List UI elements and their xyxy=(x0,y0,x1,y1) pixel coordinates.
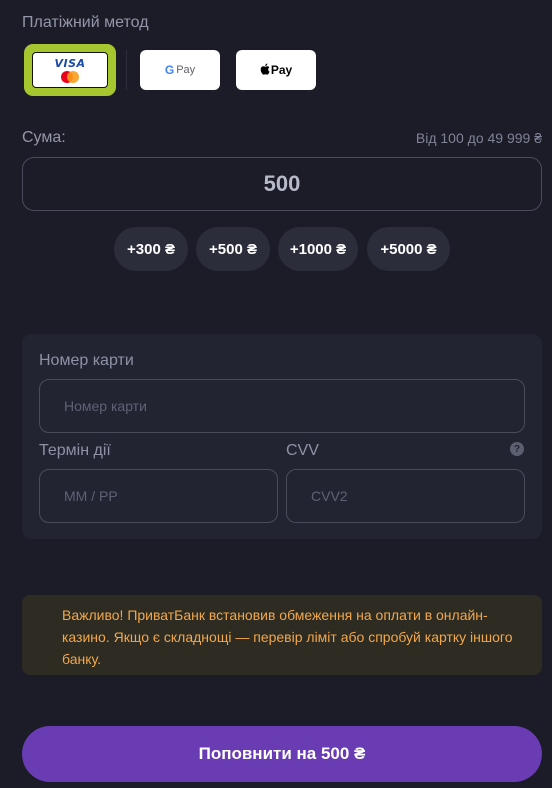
amount-input[interactable]: 500 xyxy=(22,157,542,211)
google-pay-text: Pay xyxy=(176,64,196,76)
preset-500-button[interactable]: +500 ₴ xyxy=(196,227,270,271)
amount-range: Від 100 до 49 999 ₴ xyxy=(415,130,542,146)
mastercard-logo-icon xyxy=(59,70,81,83)
method-apple-pay-button[interactable]: Pay xyxy=(236,50,316,90)
card-logos: VISA xyxy=(32,52,108,88)
card-number-label: Номер карти xyxy=(39,352,134,369)
preset-1000-button[interactable]: +1000 ₴ xyxy=(278,227,358,271)
amount-label: Сума: xyxy=(22,129,66,146)
method-google-pay-button[interactable]: G Pay xyxy=(140,50,220,90)
apple-pay-text: Pay xyxy=(270,63,293,77)
cvv-label: CVV xyxy=(286,442,319,459)
expiry-label: Термін дії xyxy=(39,442,111,459)
cvv-field[interactable]: CVV2 xyxy=(286,469,525,523)
card-number-field[interactable]: Номер карти xyxy=(39,379,525,433)
methods-divider xyxy=(126,50,127,90)
expiry-field[interactable]: MM / PP xyxy=(39,469,278,523)
preset-5000-button[interactable]: +5000 ₴ xyxy=(367,227,450,271)
google-g-icon: G xyxy=(164,63,175,77)
apple-icon xyxy=(260,63,270,78)
method-card-button[interactable]: VISA xyxy=(24,44,116,96)
card-form: Номер карти Номер карти Термін дії MM / … xyxy=(22,334,542,539)
cvv-help-icon[interactable]: ? xyxy=(510,442,524,456)
top-up-button[interactable]: Поповнити на 500 ₴ xyxy=(22,726,542,782)
privatbank-warning: Важливо! ПриватБанк встановив обмеження … xyxy=(22,595,542,675)
visa-logo: VISA xyxy=(54,56,86,70)
preset-300-button[interactable]: +300 ₴ xyxy=(114,227,188,271)
payment-method-label: Платіжний метод xyxy=(22,14,149,31)
deposit-page: Платіжний метод VISA G Pay Pay Сума: Від… xyxy=(0,0,552,788)
